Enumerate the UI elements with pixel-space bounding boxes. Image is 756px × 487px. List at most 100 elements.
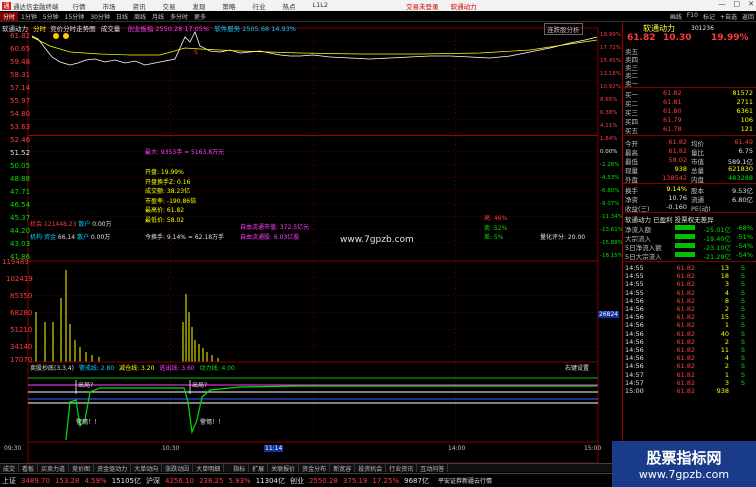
tab-bottom[interactable]: 竞价图 <box>69 464 95 473</box>
minimize-icon[interactable]: — <box>719 0 726 8</box>
f10-button[interactable]: F10 <box>687 12 698 21</box>
tick-direction: S <box>740 280 745 289</box>
chain-analysis-button[interactable]: 连跌股分析 <box>544 23 583 35</box>
menu-item-hot[interactable]: 热点 <box>283 1 296 11</box>
tab-5min[interactable]: 5分钟 <box>40 12 62 21</box>
menu-item-trade[interactable]: 交易 <box>163 1 176 11</box>
tick-price: 61.82 <box>676 313 695 322</box>
fund-row[interactable]: 5日净流入额 -23.10亿 -54% <box>625 242 755 252</box>
bid-row[interactable]: 买二 61.81 2711 <box>625 98 755 108</box>
ask-label: 卖三 <box>625 64 638 72</box>
tab-bottom[interactable]: 新宽容 <box>330 464 356 473</box>
tab-bottom[interactable]: 关联报价 <box>268 464 300 473</box>
chart-canvas: S <box>27 27 599 463</box>
tick-volume: 8 <box>724 296 729 305</box>
tick-row: 14:56 61.82 11 S <box>625 346 755 354</box>
mark-button[interactable]: 标记 <box>703 12 715 21</box>
tab-bottom[interactable]: 买卖力道 <box>38 464 70 473</box>
tick-volume: 2 <box>724 337 729 346</box>
vol-axis-label: 85350 <box>10 292 33 300</box>
indicator-title[interactable]: 卖股抄底(3,3,4) <box>30 365 74 372</box>
title-bar: 通 通达信金融终端 行情 市场 资讯 交易 发现 策略 行业 热点 L1L2 交… <box>0 0 756 11</box>
tab-15min[interactable]: 15分钟 <box>62 12 88 21</box>
tab-intraday[interactable]: 分时 <box>0 11 19 21</box>
bid-row[interactable]: 买五 61.78 121 <box>625 125 755 135</box>
stat-label: PE(动) <box>691 205 711 213</box>
bid-row[interactable]: 买三 61.80 6361 <box>625 107 755 117</box>
tab-daily[interactable]: 日线 <box>113 12 131 21</box>
ticker-name[interactable]: 沪深 <box>146 476 160 486</box>
tick-time: 14:55 <box>625 288 644 297</box>
tag-value: 121448.23 <box>43 221 77 228</box>
ask-row[interactable]: 卖五 <box>625 46 755 56</box>
trade-login-status[interactable]: 交易未登录 <box>406 3 439 11</box>
axis-label-left: 53.63 <box>10 123 31 131</box>
tab-bottom[interactable]: 行业资讯 <box>386 464 418 473</box>
tick-price: 61.82 <box>676 370 695 379</box>
tab-bottom[interactable]: 扩展 <box>249 464 269 473</box>
axis-label-right: 19.99% <box>600 32 621 38</box>
app-logo-icon: 通 <box>2 1 11 10</box>
indicator-settings-button[interactable]: 右键设置 <box>565 363 589 372</box>
tab-monthly[interactable]: 月线 <box>149 12 167 21</box>
close-icon[interactable]: ✕ <box>748 0 754 8</box>
tab-bottom[interactable]: 互动问答 <box>417 464 449 473</box>
tab-bottom[interactable]: 大单动向 <box>131 464 163 473</box>
bid-row[interactable]: 买四 61.79 106 <box>625 116 755 126</box>
ticker-value: 4256.10 <box>164 476 194 485</box>
signal-warn-2: 警惕！！ <box>200 419 225 426</box>
bid-row[interactable]: 买一 61.82 81572 <box>625 89 755 99</box>
fund-row[interactable]: 净流入额 -25.01亿 -68% <box>625 224 755 234</box>
fund-row[interactable]: 大宗流入 -19.40亿 -51% <box>625 233 755 243</box>
tab-bottom[interactable]: 看板 <box>19 464 39 473</box>
tab-bottom[interactable]: 投资机会 <box>355 464 387 473</box>
stat-row: 换手 9.14% 股本 9.53亿 <box>625 185 755 195</box>
tab-bottom[interactable]: 资金分布 <box>299 464 331 473</box>
draw-line-button[interactable]: 画线 <box>670 12 682 21</box>
tick-row: 14:56 61.82 4 S <box>625 354 755 362</box>
ticker-name[interactable]: 上证 <box>2 476 16 486</box>
tab-bottom[interactable]: 资金驱动力 <box>94 464 132 473</box>
indicator-curve <box>65 385 597 441</box>
ask-row[interactable]: 卖一 <box>625 78 755 88</box>
tab-more[interactable]: 更多 <box>191 12 209 21</box>
quote-pct: 19.99% <box>711 33 749 43</box>
axis-label-right: -13.61% <box>600 227 623 233</box>
tab-multi-intraday[interactable]: 多分时 <box>167 12 191 21</box>
tab-bottom[interactable]: 大单明细 <box>193 464 225 473</box>
bid-vol: 81572 <box>732 89 753 97</box>
menu-item-hq[interactable]: 行情 <box>73 1 86 11</box>
tick-time: 14:55 <box>625 272 644 281</box>
add-watchlist-button[interactable]: +自选 <box>720 12 737 21</box>
stat-label: 股本 <box>691 187 704 195</box>
menu-item-news[interactable]: 资讯 <box>133 1 146 11</box>
header-mode: 分时 <box>33 25 47 33</box>
menu-item-strategy[interactable]: 策略 <box>223 1 236 11</box>
title-stock-name: 软通动力 <box>450 2 477 11</box>
tab-weekly[interactable]: 周线 <box>131 12 149 21</box>
right-stat-1: 高: 46% <box>484 215 508 222</box>
bid-label: 买四 <box>625 118 638 126</box>
ask-row[interactable]: 卖三 <box>625 62 755 72</box>
tab-bottom[interactable]: 涨跌动因 <box>162 464 194 473</box>
tab-bottom[interactable]: 成交 <box>0 464 20 473</box>
tab-bottom[interactable]: 指标 <box>230 464 250 473</box>
menu-item-l1l2[interactable]: L1L2 <box>313 1 329 11</box>
ask-row[interactable]: 卖四 <box>625 54 755 64</box>
vol-axis-label: 102419 <box>6 275 33 283</box>
maximize-icon[interactable]: □ <box>734 0 741 8</box>
tab-1min[interactable]: 1分钟 <box>18 12 40 21</box>
bid-vol: 2711 <box>736 98 753 106</box>
menu-item-discover[interactable]: 发现 <box>193 1 206 11</box>
back-button[interactable]: 返回 <box>742 12 754 21</box>
intraday-chart[interactable]: S 软通动力 分时 竞价分时走势图 成交量 创业板指 2550.28 17.05… <box>0 22 623 463</box>
menu-item-industry[interactable]: 行业 <box>253 1 266 11</box>
fund-row[interactable]: 5日大宗流入 -21.29亿 -54% <box>625 251 755 261</box>
menu-item-market[interactable]: 市场 <box>103 1 116 11</box>
fund-bar <box>675 252 695 257</box>
tab-30min[interactable]: 30分钟 <box>87 12 113 21</box>
ticker-name[interactable]: 创业 <box>290 476 304 486</box>
ticker-value: 3489.70 <box>21 476 50 485</box>
axis-label-left: 46.54 <box>10 201 31 209</box>
ask-row[interactable]: 卖二 <box>625 70 755 80</box>
